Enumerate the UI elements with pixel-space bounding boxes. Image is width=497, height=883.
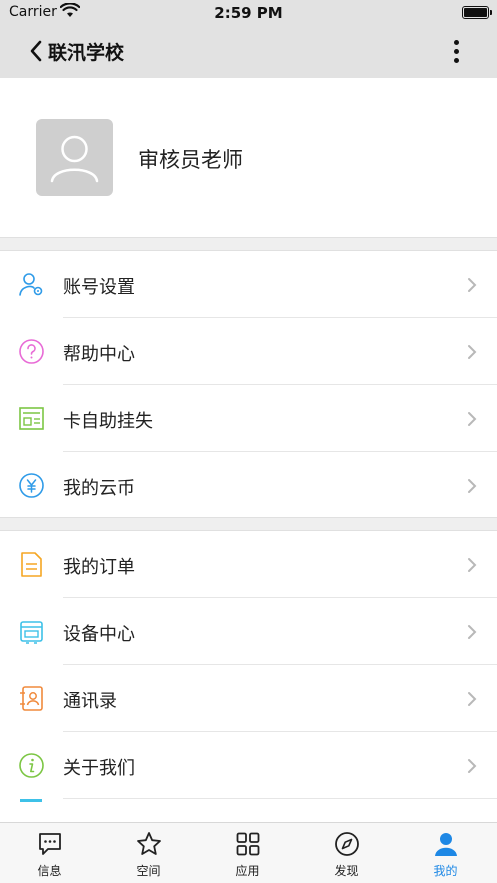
- chevron-right-icon: [468, 412, 477, 426]
- yen-coin-icon: [19, 473, 44, 498]
- chevron-right-icon: [468, 692, 477, 706]
- menu-item-label: 帮助中心: [63, 344, 135, 365]
- tab-apps[interactable]: 应用: [198, 823, 297, 883]
- battery-icon: [462, 6, 492, 19]
- navigation-bar: 联汛学校: [0, 26, 497, 78]
- chevron-right-icon: [468, 759, 477, 773]
- menu-item-label: 我的订单: [63, 557, 135, 578]
- chevron-right-icon: [468, 278, 477, 292]
- menu-item-help-center[interactable]: 帮助中心: [0, 318, 497, 385]
- person-icon: [435, 833, 457, 856]
- menu-group-services: 我的订单 设备中心 通讯录 关于我们: [0, 530, 497, 830]
- menu-item-label: 设备中心: [63, 624, 135, 645]
- user-avatar-icon: [50, 135, 99, 183]
- menu-item-cloud-coins[interactable]: 我的云币: [0, 452, 497, 519]
- tab-mine[interactable]: 我的: [396, 823, 495, 883]
- tab-bar: 信息 空间 应用 发现 我的: [0, 822, 497, 883]
- menu-item-account-settings[interactable]: 账号设置: [0, 251, 497, 318]
- avatar[interactable]: [36, 119, 113, 196]
- card-lock-icon: [19, 407, 44, 430]
- info-icon: [19, 753, 44, 778]
- tab-label: 信息: [37, 864, 62, 878]
- page-title: 联汛学校: [48, 42, 125, 64]
- tab-discover[interactable]: 发现: [297, 823, 396, 883]
- chevron-left-icon[interactable]: [26, 36, 50, 66]
- chevron-right-icon: [468, 479, 477, 493]
- tab-label: 空间: [136, 864, 161, 878]
- more-vertical-icon[interactable]: [446, 36, 466, 66]
- menu-item-label: 通讯录: [63, 691, 117, 712]
- menu-item-label: 账号设置: [63, 277, 135, 298]
- menu-item-device-center[interactable]: 设备中心: [0, 598, 497, 665]
- menu-item-label: 卡自助挂失: [63, 411, 153, 432]
- menu-item-about-us[interactable]: 关于我们: [0, 732, 497, 799]
- star-icon: [137, 832, 161, 855]
- status-time: 2:59 PM: [214, 4, 283, 22]
- menu-item-my-orders[interactable]: 我的订单: [0, 531, 497, 598]
- tab-space[interactable]: 空间: [99, 823, 198, 883]
- tab-label: 发现: [334, 864, 359, 878]
- chevron-right-icon: [468, 625, 477, 639]
- tab-label: 我的: [433, 864, 458, 878]
- status-bar: Carrier 2:59 PM: [0, 0, 497, 26]
- tab-label: 应用: [235, 864, 260, 878]
- menu-item-label: 我的云币: [63, 478, 135, 499]
- menu-group-account: 账号设置 帮助中心 卡自助挂失 我的云币: [0, 250, 497, 518]
- menu-item-card-report-loss[interactable]: 卡自助挂失: [0, 385, 497, 452]
- contacts-icon: [20, 686, 43, 711]
- partial-icon: [20, 799, 42, 802]
- device-icon: [20, 621, 43, 644]
- message-icon: [39, 833, 61, 855]
- profile-card[interactable]: 审核员老师: [0, 78, 497, 238]
- help-icon: [19, 339, 44, 364]
- order-document-icon: [21, 552, 42, 577]
- user-settings-icon: [19, 273, 43, 296]
- compass-icon: [335, 832, 359, 856]
- chevron-right-icon: [468, 558, 477, 572]
- chevron-right-icon: [468, 345, 477, 359]
- menu-item-contacts[interactable]: 通讯录: [0, 665, 497, 732]
- menu-item-label: 关于我们: [63, 758, 135, 779]
- profile-name: 审核员老师: [138, 148, 243, 172]
- tab-messages[interactable]: 信息: [0, 823, 99, 883]
- apps-grid-icon: [236, 832, 260, 856]
